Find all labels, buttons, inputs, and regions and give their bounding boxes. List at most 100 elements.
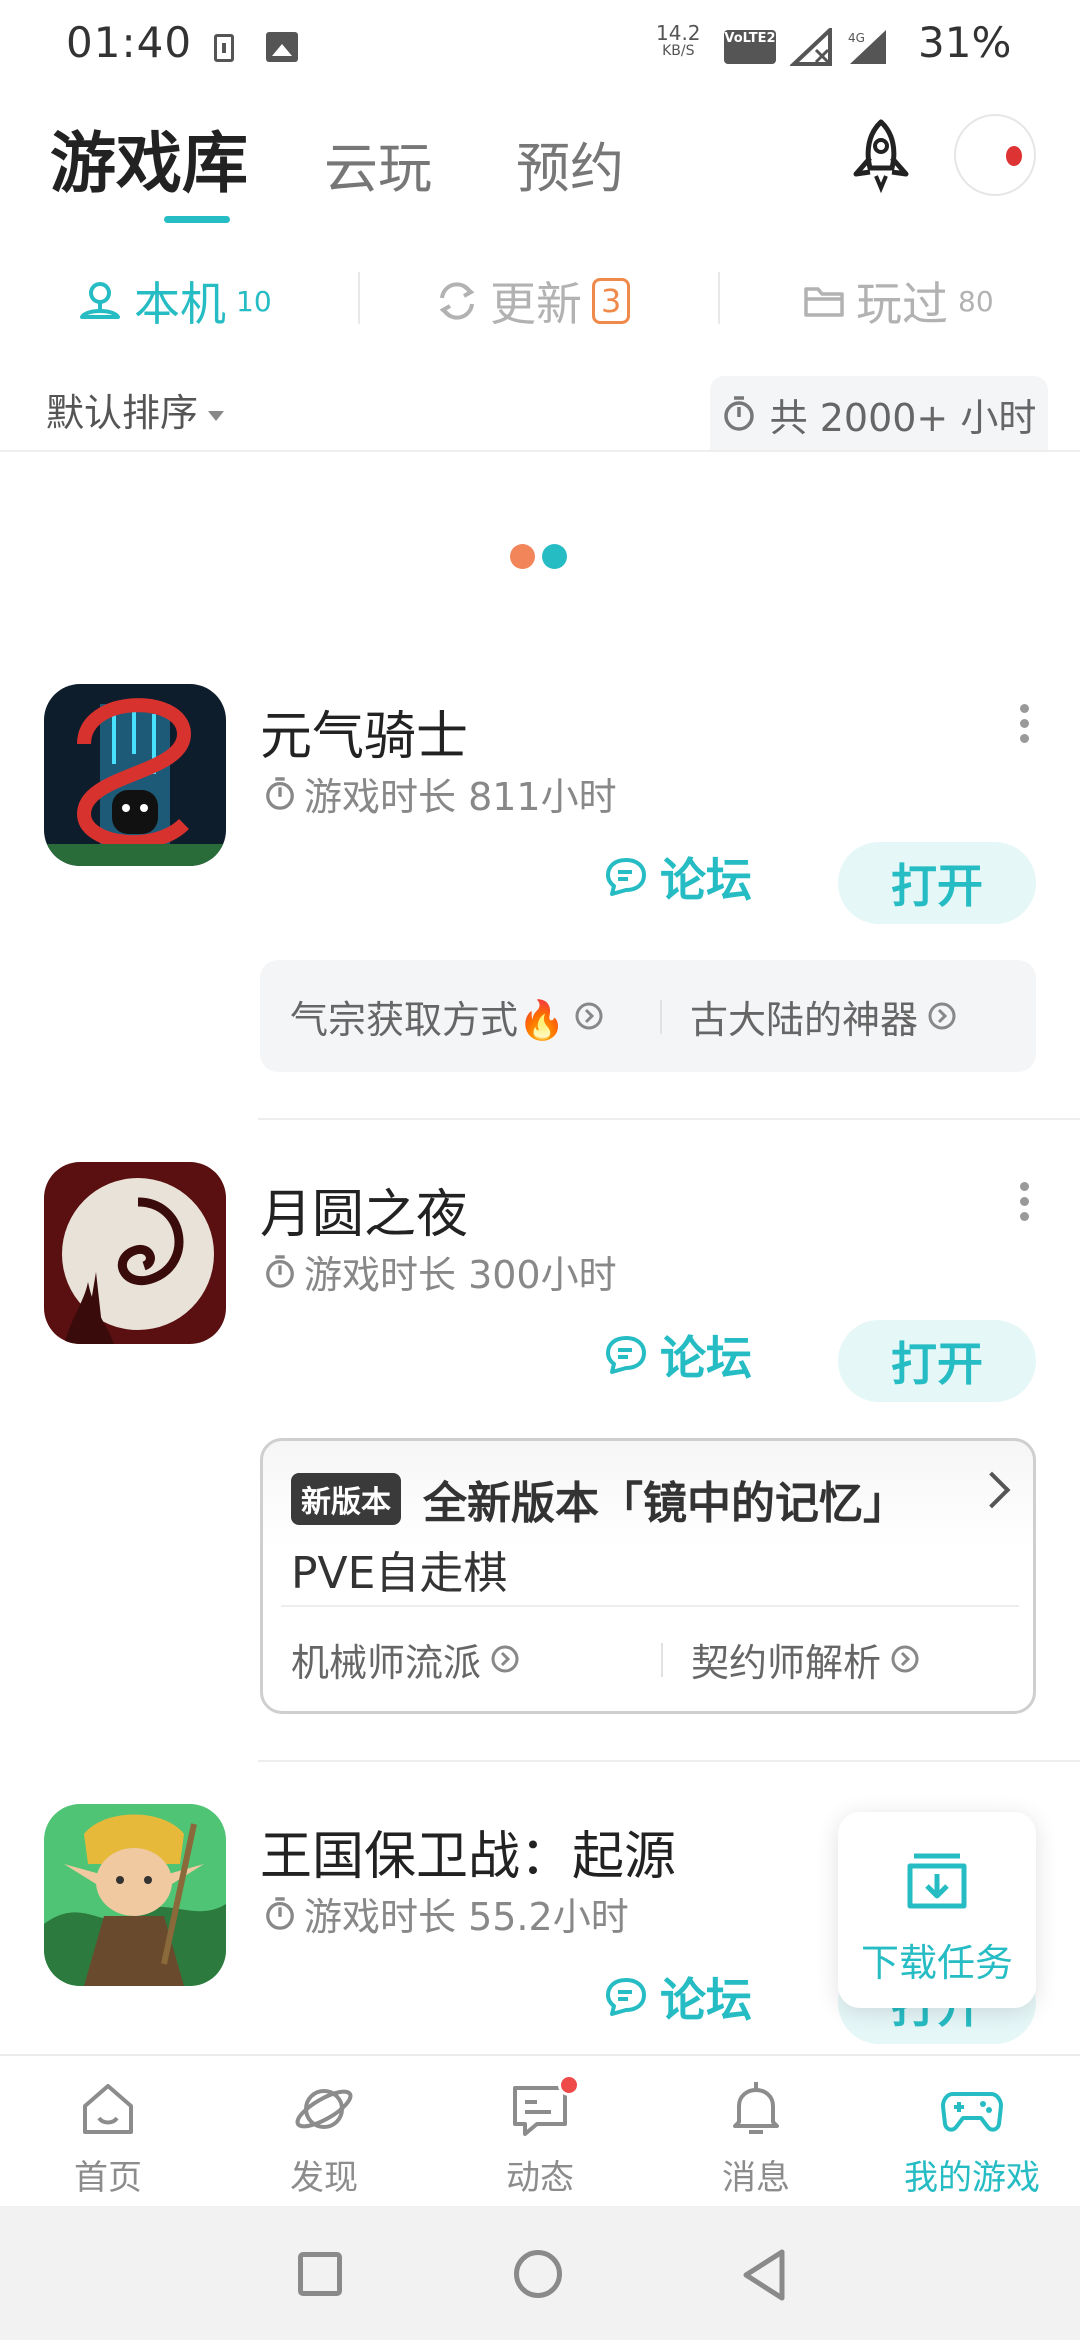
subtab-divider [358,272,360,324]
nav-discover-label: 发现 [290,2158,358,2198]
status-time: 01:40 [66,18,193,67]
nav-discover[interactable]: 发现 [224,2076,424,2199]
back-button[interactable] [740,2248,790,2302]
game-icon-kingdom-rush-origins[interactable] [44,1804,226,1986]
total-hours-chip: 共 2000+ 小时 [710,376,1048,452]
download-tray-icon [907,1853,967,1909]
sort-dropdown-label: 默认排序 [46,391,199,435]
quick-link-label: 古大陆的神器 [690,997,919,1042]
chevron-circle-icon [891,1645,919,1673]
sort-row: 默认排序 共 2000+ 小时 [0,376,1080,452]
game-playtime: 游戏时长 811小时 [264,766,617,821]
tab-cloud-play[interactable]: 云玩 [324,124,432,203]
total-hours-text: 共 2000+ 小时 [769,395,1037,440]
home-icon [83,2084,133,2134]
rocket-icon[interactable] [846,118,916,194]
subtab-played-label: 玩过 [856,277,948,331]
subtab-updates[interactable]: 更新 3 [434,268,631,334]
chevron-circle-icon [575,1002,603,1030]
quick-link[interactable]: 机械师流派 [291,1609,521,1709]
chevron-circle-icon [928,1002,956,1030]
refresh-icon [439,282,475,320]
open-game-button[interactable]: 打开 [838,842,1036,924]
user-avatar[interactable] [954,114,1036,196]
nav-feed-label: 动态 [506,2158,574,2198]
quick-link-divider [660,1000,662,1034]
open-game-button[interactable]: 打开 [838,1320,1036,1402]
forum-button[interactable]: 论坛 [604,1322,752,1388]
stopwatch-icon [723,396,754,431]
recents-button[interactable] [298,2252,342,2296]
quick-links: 气宗获取方式🔥 古大陆的神器 [260,960,1036,1072]
game-playtime: 游戏时长 300小时 [264,1244,617,1299]
loading-indicator [510,544,570,570]
list-divider [258,1760,1080,1762]
updates-count-badge: 3 [592,278,631,324]
nav-messages[interactable]: 消息 [656,2076,856,2199]
game-playtime-text: 游戏时长 811小时 [304,775,617,819]
device-icon [80,282,120,319]
download-notification-icon [214,34,234,62]
nav-messages-label: 消息 [722,2158,790,2198]
more-options-icon[interactable] [1018,704,1030,744]
game-title[interactable]: 元气骑士 [260,694,468,769]
library-subtabs: 本机 10 更新 3 玩过 80 [0,250,1080,350]
quick-link[interactable]: 契约师解析 [691,1609,921,1709]
header-divider [0,450,1080,452]
tab-game-library[interactable]: 游戏库 [50,110,248,206]
subtab-divider [718,272,720,324]
quick-links: 机械师流派 契约师解析 [263,1609,1033,1709]
home-button[interactable] [514,2250,562,2298]
quick-link-label: 机械师流派 [291,1640,482,1685]
loading-dot-teal [542,544,567,569]
nav-feed[interactable]: 动态 [440,2074,640,2199]
image-notification-icon [266,32,298,62]
tab-reservations[interactable]: 预约 [516,124,624,203]
more-options-icon[interactable] [1018,1182,1030,1222]
status-bar: 01:40 14.2 KB/S VoLTE2 4G 31% [0,0,1080,90]
caret-down-icon [208,410,225,421]
subtab-played-count: 80 [958,284,994,318]
sort-dropdown[interactable]: 默认排序 [46,382,225,437]
chevron-right-icon [973,1471,1011,1509]
forum-label: 论坛 [660,853,752,907]
chevron-circle-icon [491,1645,519,1673]
nav-home[interactable]: 首页 [8,2076,208,2199]
game-playtime-text: 游戏时长 55.2小时 [304,1895,629,1939]
active-tab-indicator [164,216,230,223]
new-version-subtitle: PVE自走棋 [291,1548,508,1599]
game-icon-night-of-full-moon[interactable] [44,1162,226,1344]
subtab-updates-label: 更新 [490,277,582,331]
stopwatch-icon [266,1896,294,1930]
forum-label: 论坛 [660,1331,752,1385]
forum-icon [606,1336,646,1374]
quick-link[interactable]: 古大陆的神器 [690,960,958,1072]
volte-icon: VoLTE2 [724,30,776,64]
folder-icon [804,287,844,317]
game-playtime: 游戏时长 55.2小时 [264,1886,629,1941]
new-version-card[interactable]: 新版本 全新版本「镜中的记忆」 PVE自走棋 机械师流派 契约师解析 [260,1438,1036,1714]
bottom-navigation: 首页 发现 动态 消息 我的游戏 [0,2054,1080,2206]
nav-my-games-label: 我的游戏 [904,2158,1040,2198]
download-tasks-label: 下载任务 [860,1941,1013,1985]
new-version-badge: 新版本 [291,1473,401,1525]
stopwatch-icon [266,1254,294,1288]
download-tasks-button[interactable]: 下载任务 [838,1812,1036,2008]
game-playtime-text: 游戏时长 300小时 [304,1253,617,1297]
quick-link[interactable]: 气宗获取方式🔥 [290,960,605,1072]
quick-link-divider [661,1643,663,1677]
forum-button[interactable]: 论坛 [604,1964,752,2030]
game-icon-soul-knight[interactable] [44,684,226,866]
system-navigation-bar [0,2206,1080,2340]
nav-my-games[interactable]: 我的游戏 [872,2076,1072,2199]
forum-button[interactable]: 论坛 [604,844,752,910]
game-title[interactable]: 王国保卫战：起源 [260,1814,676,1889]
forum-label: 论坛 [660,1973,752,2027]
game-title[interactable]: 月圆之夜 [260,1172,468,1247]
subtab-local-count: 10 [236,284,272,318]
net-speed: 14.2 KB/S [656,23,701,60]
subtab-local[interactable]: 本机 10 [76,268,272,334]
subtab-played[interactable]: 玩过 80 [802,268,994,334]
quick-link-label: 气宗获取方式🔥 [290,997,566,1042]
quick-link-label: 契约师解析 [691,1640,882,1685]
